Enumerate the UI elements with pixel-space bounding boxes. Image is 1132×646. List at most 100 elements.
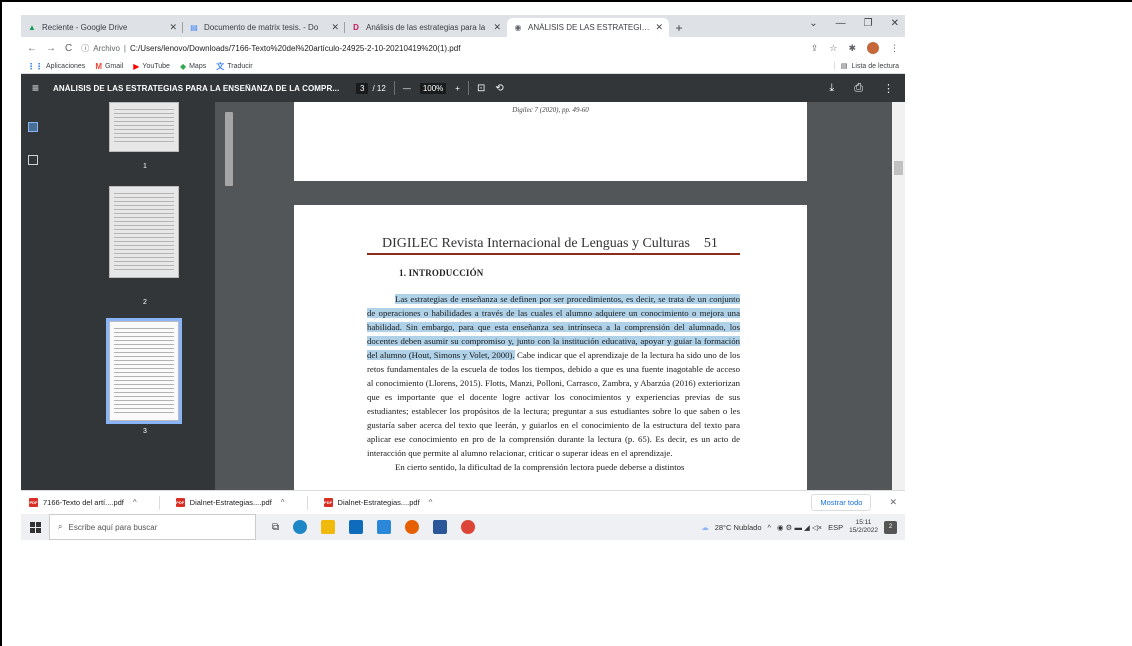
bookmark-label: Traducir — [227, 62, 253, 70]
print-icon[interactable]: ⎙ — [854, 82, 863, 95]
close-icon[interactable]: ✕ — [169, 22, 177, 33]
toolbar-divider — [467, 81, 469, 95]
bookmark-aplicaciones[interactable]: ⋮⋮ Aplicaciones — [27, 62, 85, 71]
back-icon[interactable]: ← — [27, 43, 37, 54]
chevron-up-icon[interactable]: ^ — [133, 498, 137, 507]
thumbnail-scrollbar[interactable] — [225, 112, 233, 186]
pdf-file-icon: PDF — [29, 498, 38, 507]
fit-page-icon[interactable]: ⊡ — [477, 83, 485, 94]
bookmark-maps[interactable]: ◆ Maps — [180, 62, 206, 71]
minimize-icon[interactable]: — — [836, 18, 846, 29]
close-icon[interactable]: ✕ — [493, 22, 501, 33]
journal-header: DIGILEC Revista Internacional de Lenguas… — [382, 236, 718, 252]
taskbar-search[interactable]: ⌕ Escribe aquí para buscar — [49, 514, 256, 540]
show-all-button[interactable]: Mostrar todo — [811, 494, 872, 511]
bookmark-label: Aplicaciones — [46, 62, 86, 70]
bookmarks-bar: ⋮⋮ Aplicaciones M Gmail ▶ YouTube ◆ Maps… — [21, 59, 905, 74]
bookmark-traducir[interactable]: 文 Traducir — [216, 61, 252, 72]
bookmark-youtube[interactable]: ▶ YouTube — [133, 62, 170, 71]
page-number-input[interactable]: 3 — [356, 82, 369, 94]
weather-text[interactable]: 28°C Nublado — [715, 523, 762, 532]
chrome-icon[interactable] — [461, 520, 476, 534]
download-item[interactable]: PDF 7166-Texto del artí....pdf ^ — [29, 498, 137, 507]
profile-avatar[interactable] — [867, 42, 879, 54]
share-icon[interactable]: ⇪ — [811, 43, 819, 54]
thumbnail-pane: 1 2 3 — [45, 102, 233, 490]
reading-list-button[interactable]: ▤ Lista de lectura — [833, 62, 899, 70]
pdf-actions: ⤓ ⎙ ⋮ — [829, 82, 894, 95]
file-explorer-icon[interactable] — [321, 520, 336, 534]
notifications-icon[interactable]: 2 — [884, 520, 897, 534]
url-divider: | — [123, 43, 126, 53]
chevron-up-icon[interactable]: ^ — [768, 523, 772, 532]
chevron-up-icon[interactable]: ^ — [429, 498, 433, 507]
extensions-icon[interactable]: ✱ — [848, 43, 856, 54]
maps-icon: ◆ — [179, 61, 187, 71]
tab-google-drive[interactable]: ▲ Reciente - Google Drive ✕ — [21, 18, 183, 37]
firefox-icon[interactable] — [405, 520, 420, 534]
rotate-icon[interactable]: ⟲ — [495, 83, 503, 94]
clock[interactable]: 15:11 15/2/2022 — [849, 519, 878, 535]
more-menu-icon[interactable]: ⋮ — [890, 43, 899, 54]
zoom-input[interactable]: 100% — [419, 82, 447, 94]
store-icon[interactable] — [377, 520, 392, 534]
download-item[interactable]: PDF Dialnet-Estrategias....pdf ^ — [175, 498, 285, 507]
tab-google-docs[interactable]: ▤ Documento de matrix tesis. - Do ✕ — [183, 18, 345, 37]
zoom-in-icon[interactable]: + — [455, 84, 460, 93]
language-indicator[interactable]: ESP — [828, 523, 843, 532]
download-icon[interactable]: ⤓ — [829, 82, 834, 95]
close-icon[interactable]: ✕ — [331, 22, 339, 33]
bookmark-label: Maps — [189, 62, 207, 70]
tab-search-icon[interactable]: ⌄ — [809, 18, 817, 29]
tab-dialnet[interactable]: D Análisis de las estrategias para la ✕ — [345, 18, 507, 37]
pinned-apps: ⧉ — [256, 520, 476, 534]
weather-icon[interactable]: ☁ — [701, 523, 709, 532]
word-icon[interactable] — [433, 520, 448, 534]
page-total: / 12 — [372, 83, 386, 93]
mail-icon[interactable] — [349, 520, 364, 534]
close-window-icon[interactable]: ✕ — [891, 18, 899, 29]
info-icon[interactable]: ⓘ — [81, 43, 89, 54]
thumbnails-icon[interactable] — [28, 122, 38, 132]
zoom-controls: — 100% + — [403, 82, 460, 94]
browser-toolbar: ← → C ⓘ Archivo | C:/Users/lenovo/Downlo… — [21, 37, 905, 59]
edge-icon[interactable] — [293, 520, 308, 534]
search-placeholder: Escribe aquí para buscar — [68, 522, 158, 532]
zoom-out-icon[interactable]: — — [403, 84, 411, 93]
menu-icon[interactable]: ≡ — [32, 81, 39, 95]
tab-active-pdf[interactable]: ◉ ANÁLISIS DE LAS ESTRATEGIAS | ✕ — [507, 18, 669, 37]
forward-icon[interactable]: → — [46, 43, 56, 54]
page-thumbnail-selected[interactable] — [106, 318, 182, 424]
tray-icons[interactable]: ◉ ⚙ ▬ ◢ ◁× — [777, 523, 822, 532]
reload-icon[interactable]: C — [65, 43, 72, 54]
more-options-icon[interactable]: ⋮ — [883, 82, 894, 95]
header-rule — [367, 253, 740, 255]
downloads-bar: PDF 7166-Texto del artí....pdf ^ PDF Dia… — [21, 490, 905, 514]
page-footer: Digilec 7 (2020), pp. 49-60 — [512, 106, 589, 114]
download-filename: 7166-Texto del artí....pdf — [43, 498, 124, 507]
close-icon[interactable]: ✕ — [655, 22, 663, 33]
outline-icon[interactable] — [28, 155, 38, 165]
task-view-icon[interactable]: ⧉ — [272, 522, 279, 533]
url-text[interactable]: C:/Users/lenovo/Downloads/7166-Texto%20d… — [130, 44, 460, 53]
page-thumbnail[interactable] — [109, 102, 179, 152]
toolbar-actions: ⇪ ☆ ✱ ⋮ — [811, 42, 899, 54]
gmail-icon: M — [95, 61, 102, 71]
chevron-up-icon[interactable]: ^ — [281, 498, 285, 507]
globe-icon: ◉ — [514, 23, 522, 32]
windows-start-icon[interactable] — [21, 521, 49, 533]
window-controls: ⌄ — ❐ ✕ — [809, 18, 899, 29]
new-tab-button[interactable]: + — [669, 18, 689, 37]
bookmark-gmail[interactable]: M Gmail — [95, 62, 123, 71]
maximize-icon[interactable]: ❐ — [864, 18, 873, 29]
time: 15:11 — [855, 519, 872, 526]
page-thumbnail[interactable] — [109, 186, 179, 278]
address-bar[interactable]: ⓘ Archivo | C:/Users/lenovo/Downloads/71… — [81, 40, 802, 56]
thumbnail-label: 3 — [143, 428, 147, 435]
bookmark-star-icon[interactable]: ☆ — [829, 43, 837, 54]
download-item[interactable]: PDF Dialnet-Estrategias....pdf ^ — [323, 498, 433, 507]
close-icon[interactable]: ✕ — [889, 497, 897, 508]
url-prefix: Archivo — [93, 43, 120, 53]
scrollbar-thumb[interactable] — [894, 161, 903, 175]
tab-label: Análisis de las estrategias para la — [366, 23, 486, 32]
